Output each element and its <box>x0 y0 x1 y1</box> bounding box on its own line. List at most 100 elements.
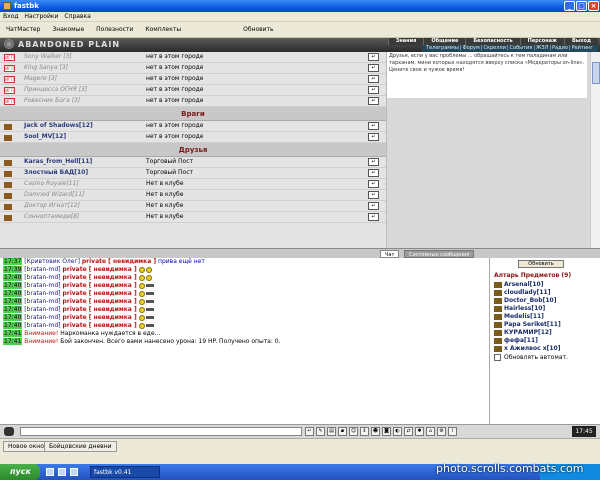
list-item[interactable]: фефа[11] <box>494 337 538 344</box>
clear-icon[interactable]: ✎ <box>316 427 325 436</box>
subnav-telegrams[interactable]: Телеграммы <box>426 45 459 52</box>
nav-security[interactable]: Безопасность <box>465 38 520 45</box>
list-item[interactable]: Доктор Игнат[12] Нет в клубе ↵ <box>0 201 386 212</box>
list-item[interactable]: Medelis[11] <box>494 313 544 320</box>
list-item[interactable]: ИГЛ Sony Walker [3] нет в этом городе ↵ <box>0 52 386 63</box>
map-icon[interactable]: ⌂ <box>426 427 435 436</box>
player-nick[interactable]: Jack of Shadows[12] <box>24 122 93 129</box>
chat-sender[interactable]: [bratan-md] <box>24 298 60 305</box>
toolbar-chatmaster[interactable]: ЧатМастер <box>6 26 40 33</box>
list-item[interactable]: x Ажилвос x[10] <box>494 345 560 352</box>
private-message-icon[interactable]: ↵ <box>368 191 379 199</box>
private-message-icon[interactable]: ↵ <box>368 53 379 61</box>
altar-nick[interactable]: фефа[11] <box>504 337 538 344</box>
player-nick[interactable]: Damned Wizard[11] <box>24 191 84 198</box>
chat-sender[interactable]: [bratan-md] <box>24 266 60 273</box>
altar-nick[interactable]: Papa Seriket[11] <box>504 321 561 328</box>
subnav-zhzl[interactable]: ЖЗЛ <box>536 45 548 52</box>
quicklaunch-icon[interactable] <box>70 468 78 476</box>
private-message-icon[interactable]: ↵ <box>368 122 379 130</box>
list-item[interactable]: Doctor_Bob[10] <box>494 297 556 304</box>
tab-new-window[interactable]: Новое окно <box>3 441 49 452</box>
list-item[interactable]: Hairless[10] <box>494 305 545 312</box>
list-item[interactable]: Casino Royale[11] Нет в клубе ↵ <box>0 179 386 190</box>
altar-update-button[interactable]: Обновить <box>518 260 564 268</box>
menu-login[interactable]: Вход <box>3 13 19 20</box>
private-message-icon[interactable]: ↵ <box>368 86 379 94</box>
list-item[interactable]: Arsenal[10] <box>494 281 543 288</box>
nav-community[interactable]: Общение <box>423 38 466 45</box>
smiles-icon[interactable]: ☺ <box>349 427 358 436</box>
player-nick[interactable]: Сонноптамиде[8] <box>24 213 79 220</box>
player-nick[interactable]: Casino Royale[11] <box>24 180 79 187</box>
close-button[interactable]: × <box>588 1 599 11</box>
save-icon[interactable]: ▪ <box>338 427 347 436</box>
chat-sender[interactable]: [bratan-md] <box>24 306 60 313</box>
list-item[interactable]: Papa Seriket[11] <box>494 321 561 328</box>
list-item[interactable]: Damned Wizard[11] Нет в клубе ↵ <box>0 190 386 201</box>
toolbar-utilities[interactable]: Полезности <box>96 26 133 33</box>
tab-combat-logs[interactable]: Бойцовские дневни <box>44 441 117 452</box>
chat-sender[interactable]: [bratan-md] <box>24 314 60 321</box>
list-item[interactable]: Karas_from_Hell[11] Торговый Пост ↵ <box>0 157 386 168</box>
altar-nick[interactable]: КУРАМИР[12] <box>504 329 552 336</box>
private-message-icon[interactable]: ↵ <box>368 202 379 210</box>
pane-splitter[interactable]: Чат Системные сообщения <box>0 248 600 258</box>
chat-sender[interactable]: [bratan-md] <box>24 274 60 281</box>
trade-icon[interactable]: ⇄ <box>404 427 413 436</box>
scroll-thumb[interactable] <box>592 62 600 84</box>
list-item[interactable]: ИГЛ Magere [3] нет в этом городе ↵ <box>0 74 386 85</box>
list-item[interactable]: cloudlady[11] <box>494 289 550 296</box>
private-message-icon[interactable]: ↵ <box>368 64 379 72</box>
altar-nick[interactable]: cloudlady[11] <box>504 289 550 296</box>
subnav-forum[interactable]: Форум <box>462 45 479 52</box>
chat-sender[interactable]: [Кривтовик Олег] <box>24 258 80 265</box>
menu-help[interactable]: Справка <box>64 13 90 20</box>
player-nick[interactable]: Ровесник Бога [3] <box>24 97 80 104</box>
player-nick[interactable]: Злостный БАД[10] <box>24 169 88 176</box>
private-message-icon[interactable]: ↵ <box>368 97 379 105</box>
altar-nick[interactable]: Medelis[11] <box>504 313 544 320</box>
star-icon[interactable]: ✱ <box>415 427 424 436</box>
chat-icon[interactable]: ◙ <box>382 427 391 436</box>
player-nick[interactable]: Sool_MV[12] <box>24 133 66 140</box>
gear-icon[interactable]: ⚙ <box>437 427 446 436</box>
list-item[interactable]: ИГЛ Принцесса ОГНЯ [3] нет в этом городе… <box>0 85 386 96</box>
nav-character[interactable]: Персонаж <box>519 38 564 45</box>
private-message-icon[interactable]: ↵ <box>368 75 379 83</box>
tab-chat[interactable]: Чат <box>380 250 400 258</box>
list-item[interactable]: Sool_MV[12] нет в этом городе ↵ <box>0 132 386 143</box>
private-message-icon[interactable]: ↵ <box>368 213 379 221</box>
refresh-button[interactable]: Обновить <box>243 26 273 33</box>
list-item[interactable]: Jack of Shadows[12] нет в этом городе ↵ <box>0 121 386 132</box>
private-message-icon[interactable]: ↵ <box>368 180 379 188</box>
subnav-radio[interactable]: Радио <box>552 45 568 52</box>
nav-exit[interactable]: Выход <box>563 38 598 45</box>
altar-nick[interactable]: x Ажилвос x[10] <box>504 345 560 352</box>
list-item[interactable]: ИГЛ Ровесник Бога [3] нет в этом городе … <box>0 96 386 107</box>
player-nick[interactable]: King Sanya [3] <box>24 64 68 71</box>
list-item[interactable]: Злостный БАД[10] Торговый Пост ↵ <box>0 168 386 179</box>
info-scrollbar[interactable] <box>590 52 600 248</box>
minimize-button[interactable]: _ <box>564 1 575 11</box>
private-message-icon[interactable]: ↵ <box>368 133 379 141</box>
auto-update-toggle[interactable]: Обновлять автомат. <box>494 354 568 361</box>
auto-update-checkbox[interactable] <box>494 354 501 361</box>
list-item[interactable]: КУРАМИР[12] <box>494 329 552 336</box>
tab-system-messages[interactable]: Системные сообщения <box>404 250 475 258</box>
info-icon[interactable]: i <box>448 427 457 436</box>
scroll-icon[interactable]: ⇕ <box>360 427 369 436</box>
start-button[interactable]: пуск <box>0 464 40 480</box>
player-nick[interactable]: Доктор Игнат[12] <box>24 202 80 209</box>
subnav-scrolls[interactable]: Скрелли <box>483 45 505 52</box>
toolbar-sets[interactable]: Комплекты <box>145 26 181 33</box>
chat-input[interactable] <box>20 427 302 436</box>
color-icon[interactable]: ◐ <box>393 427 402 436</box>
chat-sender[interactable]: [bratan-md] <box>24 322 60 329</box>
quicklaunch-icon[interactable] <box>46 468 54 476</box>
nav-knowledge[interactable]: Знания <box>387 38 424 45</box>
menu-settings[interactable]: Настройки <box>25 13 59 20</box>
taskbar-app-button[interactable]: fastbk v0.41 <box>90 466 160 478</box>
player-nick[interactable]: Sony Walker [3] <box>24 53 72 60</box>
chat-sender[interactable]: [bratan-md] <box>24 290 60 297</box>
